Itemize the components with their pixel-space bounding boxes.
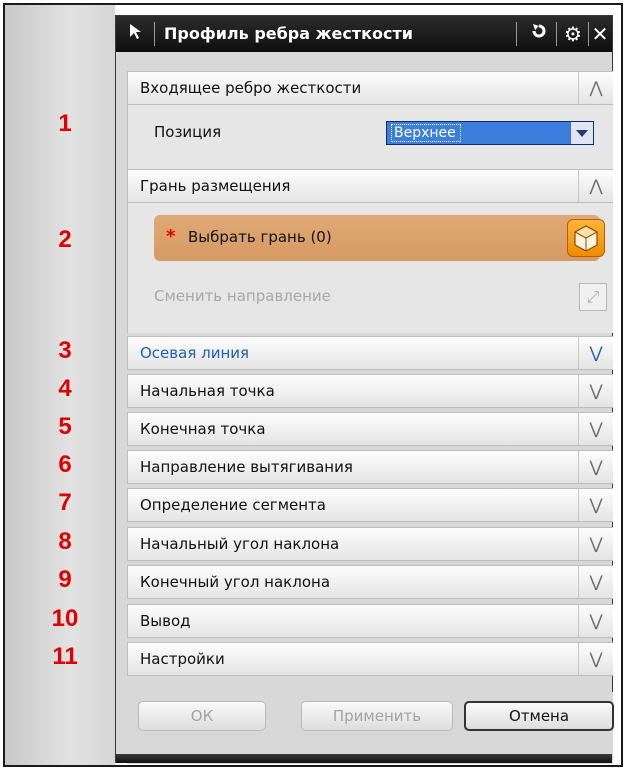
placement-face-body: * Выбрать грань (0) Сменить направление … [127, 203, 613, 333]
bottom-bar [116, 754, 612, 763]
cancel-button[interactable]: Отмена [464, 701, 614, 731]
section-output[interactable]: Вывод ⋁ [127, 604, 613, 638]
collapse-up-icon[interactable]: ⋀ [578, 170, 613, 202]
section-start-point[interactable]: Начальная точка ⋁ [127, 374, 613, 408]
section-end-draft-angle[interactable]: Конечный угол наклона ⋁ [127, 565, 613, 599]
rib-profile-dialog: Профиль ребра жесткости ⚙ ✕ Входящее реб… [115, 15, 614, 764]
annotation-number: 9 [58, 566, 72, 593]
ok-button[interactable]: ОК [138, 701, 266, 731]
incoming-rib-body: Позиция Верхнее [127, 105, 613, 169]
section-title: Конечная точка [140, 420, 266, 438]
section-title: Вывод [140, 612, 191, 630]
section-title: Направление вытягивания [140, 458, 353, 476]
chevron-down-icon[interactable]: ⋁ [578, 375, 613, 407]
annotation-number: 6 [58, 451, 72, 478]
annotation-number: 3 [58, 337, 72, 364]
chevron-down-icon[interactable]: ⋁ [578, 528, 613, 560]
title-separator [556, 22, 557, 46]
section-start-draft-angle[interactable]: Начальный угол наклона ⋁ [127, 527, 613, 561]
chevron-down-icon[interactable]: ⋁ [578, 605, 613, 637]
section-placement-face[interactable]: Грань размещения ⋀ [127, 169, 613, 203]
section-title: Грань размещения [140, 177, 291, 195]
reset-icon[interactable] [526, 21, 552, 47]
chevron-down-icon[interactable]: ⋁ [578, 643, 613, 675]
chevron-down-icon[interactable] [570, 122, 593, 144]
reverse-direction-icon[interactable]: ⤢ [579, 283, 607, 311]
section-centerline[interactable]: Осевая линия ⋁ [127, 336, 613, 370]
annotation-number: 10 [51, 605, 79, 632]
chevron-down-icon[interactable]: ⋁ [578, 337, 613, 369]
required-star-icon: * [166, 226, 176, 247]
gear-icon[interactable]: ⚙ [560, 21, 586, 47]
chevron-down-icon[interactable]: ⋁ [578, 413, 613, 445]
collapse-up-icon[interactable]: ⋀ [578, 72, 613, 104]
position-value: Верхнее [391, 124, 461, 142]
title-bar: Профиль ребра жесткости ⚙ ✕ [116, 16, 612, 52]
apply-button[interactable]: Применить [301, 701, 453, 731]
annotation-number: 7 [58, 489, 72, 516]
section-title: Начальная точка [140, 382, 275, 400]
section-segment-definition[interactable]: Определение сегмента ⋁ [127, 488, 613, 522]
annotation-number: 8 [58, 528, 72, 555]
section-title: Входящее ребро жесткости [140, 79, 362, 97]
position-select[interactable]: Верхнее [386, 121, 594, 145]
section-title: Конечный угол наклона [140, 573, 331, 591]
select-face-row[interactable]: * Выбрать грань (0) [154, 215, 600, 261]
section-title: Определение сегмента [140, 496, 326, 514]
dialog-title: Профиль ребра жесткости [164, 24, 413, 43]
chevron-down-icon[interactable]: ⋁ [578, 566, 613, 598]
section-title: Настройки [140, 650, 225, 668]
position-label: Позиция [154, 123, 222, 141]
cube-icon [573, 225, 599, 252]
section-settings[interactable]: Настройки ⋁ [127, 642, 613, 676]
section-incoming-rib[interactable]: Входящее ребро жесткости ⋀ [127, 71, 613, 105]
section-title: Начальный угол наклона [140, 535, 340, 553]
close-icon[interactable]: ✕ [588, 21, 612, 47]
title-separator [154, 22, 155, 46]
annotation-number: 5 [58, 413, 72, 440]
annotation-number: 1 [58, 110, 72, 137]
chevron-down-icon[interactable]: ⋁ [578, 489, 613, 521]
title-separator [516, 22, 517, 46]
section-title: Осевая линия [140, 344, 250, 362]
select-arrow-icon[interactable] [124, 22, 148, 46]
annotation-number: 11 [52, 643, 78, 670]
select-face-label: Выбрать грань (0) [188, 228, 332, 246]
chevron-down-icon[interactable]: ⋁ [578, 451, 613, 483]
annotation-number: 2 [58, 226, 72, 253]
section-end-point[interactable]: Конечная точка ⋁ [127, 412, 613, 446]
section-extrude-direction[interactable]: Направление вытягивания ⋁ [127, 450, 613, 484]
change-direction-label: Сменить направление [154, 287, 331, 305]
annotation-number: 4 [58, 375, 72, 402]
select-face-button[interactable] [567, 219, 605, 257]
